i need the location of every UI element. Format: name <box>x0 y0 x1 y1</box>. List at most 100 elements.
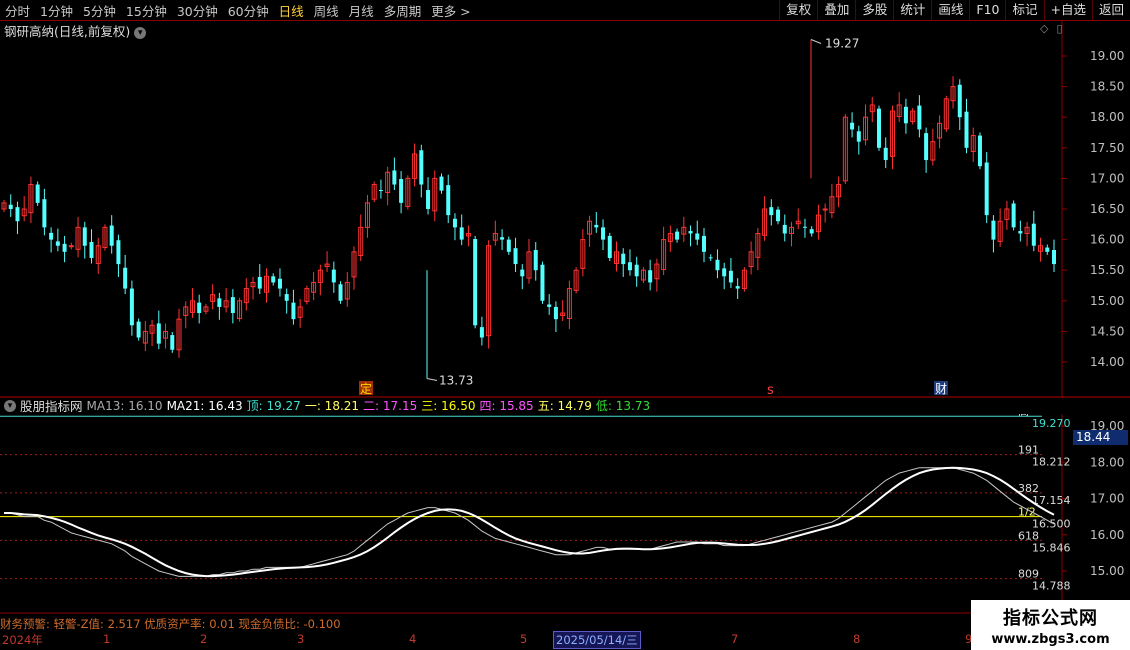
period-tab-2[interactable]: 5分钟 <box>78 1 121 20</box>
low-label: 13.73 <box>439 374 473 388</box>
period-tab-4[interactable]: 30分钟 <box>172 1 223 20</box>
candle <box>465 225 471 247</box>
price-tick-label: 17.50 <box>1090 141 1124 155</box>
candle <box>432 170 438 222</box>
candle <box>526 238 532 284</box>
candle <box>715 249 720 279</box>
candle <box>957 79 962 131</box>
toolbar-button-6[interactable]: 标记 <box>1005 0 1043 20</box>
toolbar-button-7[interactable]: +自选 <box>1043 0 1092 20</box>
candle-body <box>547 304 552 307</box>
candle <box>426 177 431 215</box>
period-tab-6[interactable]: 日线 <box>274 1 309 20</box>
current-price-tag: 18.44 <box>1073 430 1128 445</box>
selected-date: 2025/05/14/三 <box>553 631 641 649</box>
level-ding: 顶: 19.27 <box>246 399 301 413</box>
watermark: 指标公式网 www.zbgs3.com <box>971 600 1130 650</box>
candle <box>566 280 572 329</box>
period-tab-9[interactable]: 多周期 <box>379 1 427 20</box>
ma21-value: MA21: 16.43 <box>166 398 243 413</box>
candle <box>203 303 209 315</box>
candle <box>634 256 639 287</box>
candle-body <box>284 294 289 301</box>
candle <box>661 226 667 276</box>
period-tab-8[interactable]: 月线 <box>344 1 379 20</box>
candle <box>970 127 976 162</box>
candle-body <box>446 185 451 216</box>
candle <box>802 218 807 238</box>
candle <box>688 225 693 247</box>
candle-body <box>877 108 881 148</box>
candle-body <box>452 218 457 228</box>
candle <box>741 267 747 292</box>
candle <box>142 320 148 351</box>
candlestick-chart[interactable]: 19.00 18.50 18.00 17.50 17.00 16.50 16.00 15.50… <box>0 20 1130 398</box>
candle-body <box>271 276 276 283</box>
period-tab-5[interactable]: 60分钟 <box>223 1 274 20</box>
candle <box>15 201 20 235</box>
candle <box>776 206 781 225</box>
candle-body <box>1052 250 1056 265</box>
price-tick-label: 18.50 <box>1090 80 1124 94</box>
candle-body <box>695 233 700 240</box>
candle <box>681 216 687 243</box>
candle <box>473 235 478 329</box>
candle <box>621 248 626 277</box>
level-si: 四: 15.85 <box>479 399 534 413</box>
candle-body <box>883 147 888 161</box>
toolbar-button-0[interactable]: 复权 <box>779 0 817 20</box>
candle <box>358 214 364 262</box>
candle <box>815 204 821 240</box>
candle <box>1052 239 1056 273</box>
fib-value: 14.788 <box>1032 580 1071 593</box>
candle <box>419 144 424 198</box>
candle-body <box>809 229 814 234</box>
toolbar-buttons: 复权 叠加 多股 统计 画线 F10 标记 +自选 返回 <box>779 0 1130 20</box>
candle-body <box>116 240 121 265</box>
candle-body <box>35 184 40 203</box>
candle <box>446 174 451 224</box>
indicator-chart[interactable]: 19.0018.0017.0016.0015.00高19.27019118.21… <box>0 414 1130 614</box>
candle <box>708 254 713 262</box>
candle <box>896 92 902 123</box>
candle-body <box>964 111 969 148</box>
period-tab-0[interactable]: 分时 <box>0 1 35 20</box>
candle <box>291 289 296 325</box>
candle-body <box>170 335 175 350</box>
candle <box>822 203 828 223</box>
toolbar-button-8[interactable]: 返回 <box>1091 0 1130 20</box>
level-wu: 五: 14.79 <box>537 399 592 413</box>
candle <box>189 287 195 318</box>
candle-body <box>903 106 908 124</box>
collapse-icon[interactable]: ▾ <box>4 399 16 412</box>
period-tab-3[interactable]: 15分钟 <box>121 1 172 20</box>
candle-body <box>500 237 505 240</box>
candle <box>257 264 262 295</box>
period-tab-1[interactable]: 1分钟 <box>35 1 78 20</box>
candle-body <box>8 204 13 209</box>
candle-body <box>473 238 478 326</box>
price-tick-label: 14.50 <box>1090 324 1124 338</box>
candle <box>183 301 189 329</box>
date-tick: 1 <box>103 632 111 646</box>
toolbar-button-4[interactable]: 画线 <box>931 0 969 20</box>
toolbar-button-2[interactable]: 多股 <box>855 0 893 20</box>
toolbar-button-3[interactable]: 统计 <box>893 0 931 20</box>
candle <box>964 98 969 154</box>
candle-body <box>607 235 612 258</box>
ind-tick-label: 18.00 <box>1090 455 1124 469</box>
toolbar-button-5[interactable]: F10 <box>969 0 1005 20</box>
level-di: 低: 13.73 <box>595 399 651 413</box>
candle <box>317 264 323 296</box>
period-tab-7[interactable]: 周线 <box>309 1 344 20</box>
candle <box>277 268 282 297</box>
candle-body <box>136 321 141 338</box>
toolbar-button-1[interactable]: 叠加 <box>817 0 855 20</box>
candle <box>506 236 511 255</box>
candle <box>573 267 579 294</box>
candle <box>129 280 134 336</box>
candle <box>924 127 929 173</box>
marker-cai: 财 <box>935 382 947 396</box>
period-tab-10[interactable]: 更多 > <box>426 1 475 20</box>
candle <box>675 228 680 243</box>
